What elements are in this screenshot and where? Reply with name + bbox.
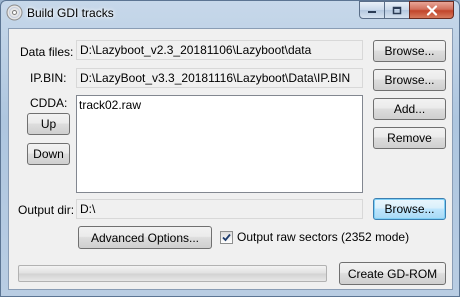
add-track-button[interactable]: Add... [373, 98, 446, 120]
window-title: Build GDI tracks [27, 6, 114, 20]
move-down-button[interactable]: Down [27, 143, 70, 165]
output-dir-label: Output dir: [18, 203, 75, 217]
build-progress-bar [18, 265, 327, 282]
advanced-options-button[interactable]: Advanced Options... [78, 226, 212, 249]
ip-bin-browse-button[interactable]: Browse... [373, 69, 446, 91]
minimize-icon [368, 11, 376, 13]
cdda-track-list[interactable]: track02.raw [76, 95, 363, 193]
data-files-label: Data files: [20, 45, 74, 59]
remove-track-button[interactable]: Remove [373, 127, 446, 149]
list-item[interactable]: track02.raw [79, 98, 360, 112]
title-bar[interactable]: Build GDI tracks [1, 1, 459, 28]
output-dir-input[interactable]: D:\ [76, 199, 363, 219]
ip-bin-label: IP.BIN: [30, 71, 67, 85]
raw-sectors-checkbox[interactable] [220, 231, 233, 244]
checkmark-icon [222, 233, 231, 242]
close-icon [426, 4, 437, 16]
maximize-icon [392, 6, 402, 14]
cd-disc-icon [6, 4, 23, 21]
minimize-button[interactable] [359, 1, 385, 19]
data-files-browse-button[interactable]: Browse... [373, 40, 446, 62]
raw-sectors-label[interactable]: Output raw sectors (2352 mode) [237, 230, 409, 244]
close-button[interactable] [409, 1, 454, 19]
cdda-label: CDDA: [30, 96, 68, 110]
ip-bin-input[interactable]: D:\LazyBoot_v3.3_20181116\Lazyboot\Data\… [76, 68, 363, 88]
output-dir-browse-button[interactable]: Browse... [373, 198, 446, 220]
data-files-input[interactable]: D:\Lazyboot_v2.3_20181106\Lazyboot\data [76, 40, 363, 60]
create-gd-rom-button[interactable]: Create GD-ROM [339, 262, 446, 285]
maximize-button[interactable] [384, 1, 410, 19]
move-up-button[interactable]: Up [27, 113, 70, 135]
dialog-body: Data files: D:\Lazyboot_v2.3_20181106\La… [8, 28, 453, 290]
build-gdi-window: Build GDI tracks Data files: D:\Lazyboot… [0, 0, 460, 297]
